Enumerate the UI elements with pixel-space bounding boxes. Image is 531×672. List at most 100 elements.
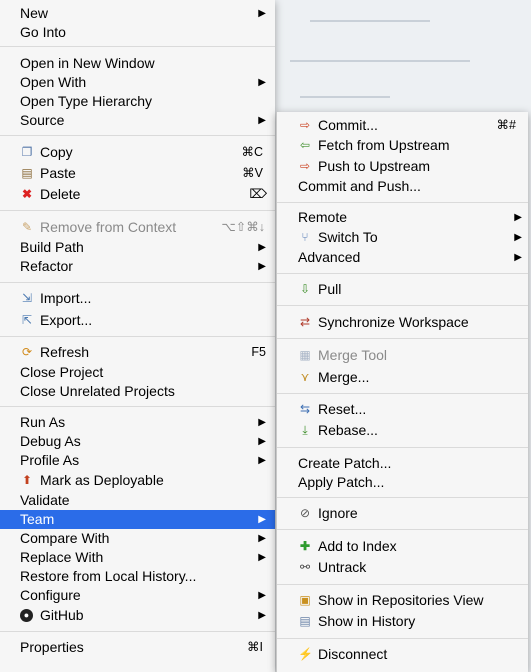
pull-icon: ⇩	[299, 282, 311, 296]
menu-item-open-in-new-window[interactable]: Open in New Window	[0, 54, 275, 73]
menu-item-close-unrelated-projects[interactable]: Close Unrelated Projects	[0, 382, 275, 401]
menu-item-label: Disconnect	[318, 646, 388, 662]
menu-item-ignore[interactable]: ⊘ Ignore	[277, 504, 528, 523]
menu-item-create-patch[interactable]: Create Patch...	[277, 454, 528, 473]
menu-item-build-path[interactable]: Build Path ▶	[0, 238, 275, 257]
paste-icon: ▤	[21, 166, 33, 180]
menu-item-new[interactable]: New ▶	[0, 4, 275, 23]
add-to-index-icon: ✚	[299, 539, 311, 553]
menu-item-configure[interactable]: Configure ▶	[0, 586, 275, 605]
menu-item-source[interactable]: Source ▶	[0, 111, 275, 130]
menu-item-validate[interactable]: Validate	[0, 491, 275, 510]
menu-item-label: Remove from Context	[40, 219, 177, 235]
menu-item-profile-as[interactable]: Profile As ▶	[0, 451, 275, 470]
menu-item-label: Pull	[318, 281, 342, 297]
team-submenu: ⇨ Commit... ⌘# ⇦ Fetch from Upstream ⇨ P…	[276, 112, 528, 672]
menu-item-label: Import...	[40, 290, 92, 306]
ignore-icon: ⊘	[299, 506, 311, 520]
menu-item-push-to-upstream[interactable]: ⇨ Push to Upstream	[277, 157, 528, 176]
submenu-arrow-icon: ▶	[258, 590, 266, 601]
menu-item-label: Build Path	[20, 239, 84, 255]
menu-item-import[interactable]: ⇲ Import...	[0, 289, 275, 308]
submenu-arrow-icon: ▶	[258, 552, 266, 563]
menu-item-restore-from-local-history[interactable]: Restore from Local History...	[0, 567, 275, 586]
menu-item-paste[interactable]: ▤ Paste ⌘V	[0, 164, 275, 183]
menu-item-synchronize-workspace[interactable]: ⇄ Synchronize Workspace	[277, 313, 528, 332]
menu-item-refresh[interactable]: ⟳ Refresh F5	[0, 343, 275, 362]
menu-item-delete[interactable]: ✖ Delete ⌦	[0, 185, 275, 204]
menu-item-commit[interactable]: ⇨ Commit... ⌘#	[277, 116, 528, 135]
menu-item-untrack[interactable]: ⚯ Untrack	[277, 558, 528, 577]
menu-item-label: GitHub	[40, 607, 84, 623]
menu-item-apply-patch[interactable]: Apply Patch...	[277, 473, 528, 492]
menu-item-rebase[interactable]: ⤓ Rebase...	[277, 421, 528, 440]
menu-item-team[interactable]: Team ▶	[0, 510, 275, 529]
menu-item-label: Export...	[40, 312, 93, 328]
submenu-arrow-icon: ▶	[258, 242, 266, 253]
menu-item-open-type-hierarchy[interactable]: Open Type Hierarchy	[0, 92, 275, 111]
menu-shortcut: ⌘I	[247, 640, 263, 654]
menu-item-mark-as-deployable[interactable]: ⬆ Mark as Deployable	[0, 471, 275, 490]
menu-item-compare-with[interactable]: Compare With ▶	[0, 529, 275, 548]
menu-item-export[interactable]: ⇱ Export...	[0, 311, 275, 330]
menu-item-merge[interactable]: ⋎ Merge...	[277, 368, 528, 387]
submenu-arrow-icon: ▶	[258, 417, 266, 428]
menu-shortcut: ⌘C	[241, 145, 263, 159]
submenu-arrow-icon: ▶	[514, 212, 522, 223]
menu-item-label: Profile As	[20, 452, 80, 468]
menu-item-label: Remote	[298, 209, 348, 225]
menu-item-label: Mark as Deployable	[40, 472, 164, 488]
menu-item-label: Properties	[20, 639, 84, 655]
menu-item-go-into[interactable]: Go Into	[0, 23, 275, 42]
menu-item-label: Delete	[40, 186, 81, 202]
menu-item-advanced[interactable]: Advanced ▶	[277, 248, 528, 267]
menu-item-show-in-repositories-view[interactable]: ▣ Show in Repositories View	[277, 591, 528, 610]
menu-shortcut: ⌦	[249, 187, 267, 201]
menu-item-run-as[interactable]: Run As ▶	[0, 413, 275, 432]
menu-item-pull[interactable]: ⇩ Pull	[277, 280, 528, 299]
menu-item-merge-tool[interactable]: ▦ Merge Tool	[277, 346, 528, 365]
synchronize-icon: ⇄	[299, 315, 311, 329]
menu-item-label: Refactor	[20, 258, 73, 274]
push-icon: ⇨	[299, 159, 311, 173]
menu-item-label: Configure	[20, 587, 81, 603]
submenu-arrow-icon: ▶	[258, 533, 266, 544]
menu-item-fetch-from-upstream[interactable]: ⇦ Fetch from Upstream	[277, 136, 528, 155]
menu-item-refactor[interactable]: Refactor ▶	[0, 257, 275, 276]
menu-item-label: Advanced	[298, 249, 361, 265]
menu-item-show-in-history[interactable]: ▤ Show in History	[277, 612, 528, 631]
menu-separator	[0, 135, 275, 136]
menu-item-label: Copy	[40, 144, 73, 160]
delete-icon: ✖	[21, 187, 33, 201]
menu-item-add-to-index[interactable]: ✚ Add to Index	[277, 537, 528, 556]
menu-item-copy[interactable]: ❐ Copy ⌘C	[0, 143, 275, 162]
rebase-icon: ⤓	[302, 423, 308, 437]
menu-item-debug-as[interactable]: Debug As ▶	[0, 432, 275, 451]
menu-item-replace-with[interactable]: Replace With ▶	[0, 548, 275, 567]
menu-item-reset[interactable]: ⇆ Reset...	[277, 400, 528, 419]
menu-item-commit-and-push[interactable]: Commit and Push...	[277, 177, 528, 196]
menu-item-switch-to[interactable]: ⑂ Switch To ▶	[277, 228, 528, 247]
repositories-icon: ▣	[299, 593, 311, 607]
menu-item-disconnect[interactable]: ⚡ Disconnect	[277, 645, 528, 664]
merge-tool-icon: ▦	[299, 348, 311, 362]
menu-item-label: Create Patch...	[298, 455, 392, 471]
commit-icon: ⇨	[299, 118, 311, 132]
menu-separator	[0, 406, 275, 407]
menu-separator	[277, 305, 528, 306]
menu-shortcut: ⌥⇧⌘↓	[221, 220, 265, 234]
menu-item-close-project[interactable]: Close Project	[0, 363, 275, 382]
menu-item-remote[interactable]: Remote ▶	[277, 208, 528, 227]
menu-item-label: Commit...	[318, 117, 378, 133]
menu-item-remove-from-context[interactable]: ✎ Remove from Context ⌥⇧⌘↓	[0, 218, 275, 237]
reset-icon: ⇆	[299, 402, 311, 416]
menu-separator	[0, 210, 275, 211]
menu-item-properties[interactable]: Properties ⌘I	[0, 638, 275, 657]
menu-item-github[interactable]: ● GitHub ▶	[0, 606, 275, 625]
menu-item-open-with[interactable]: Open With ▶	[0, 73, 275, 92]
menu-separator	[0, 336, 275, 337]
menu-item-label: Merge...	[318, 369, 370, 385]
menu-item-label: Go Into	[20, 24, 66, 40]
history-icon: ▤	[299, 614, 311, 628]
deployable-icon: ⬆	[21, 473, 33, 487]
